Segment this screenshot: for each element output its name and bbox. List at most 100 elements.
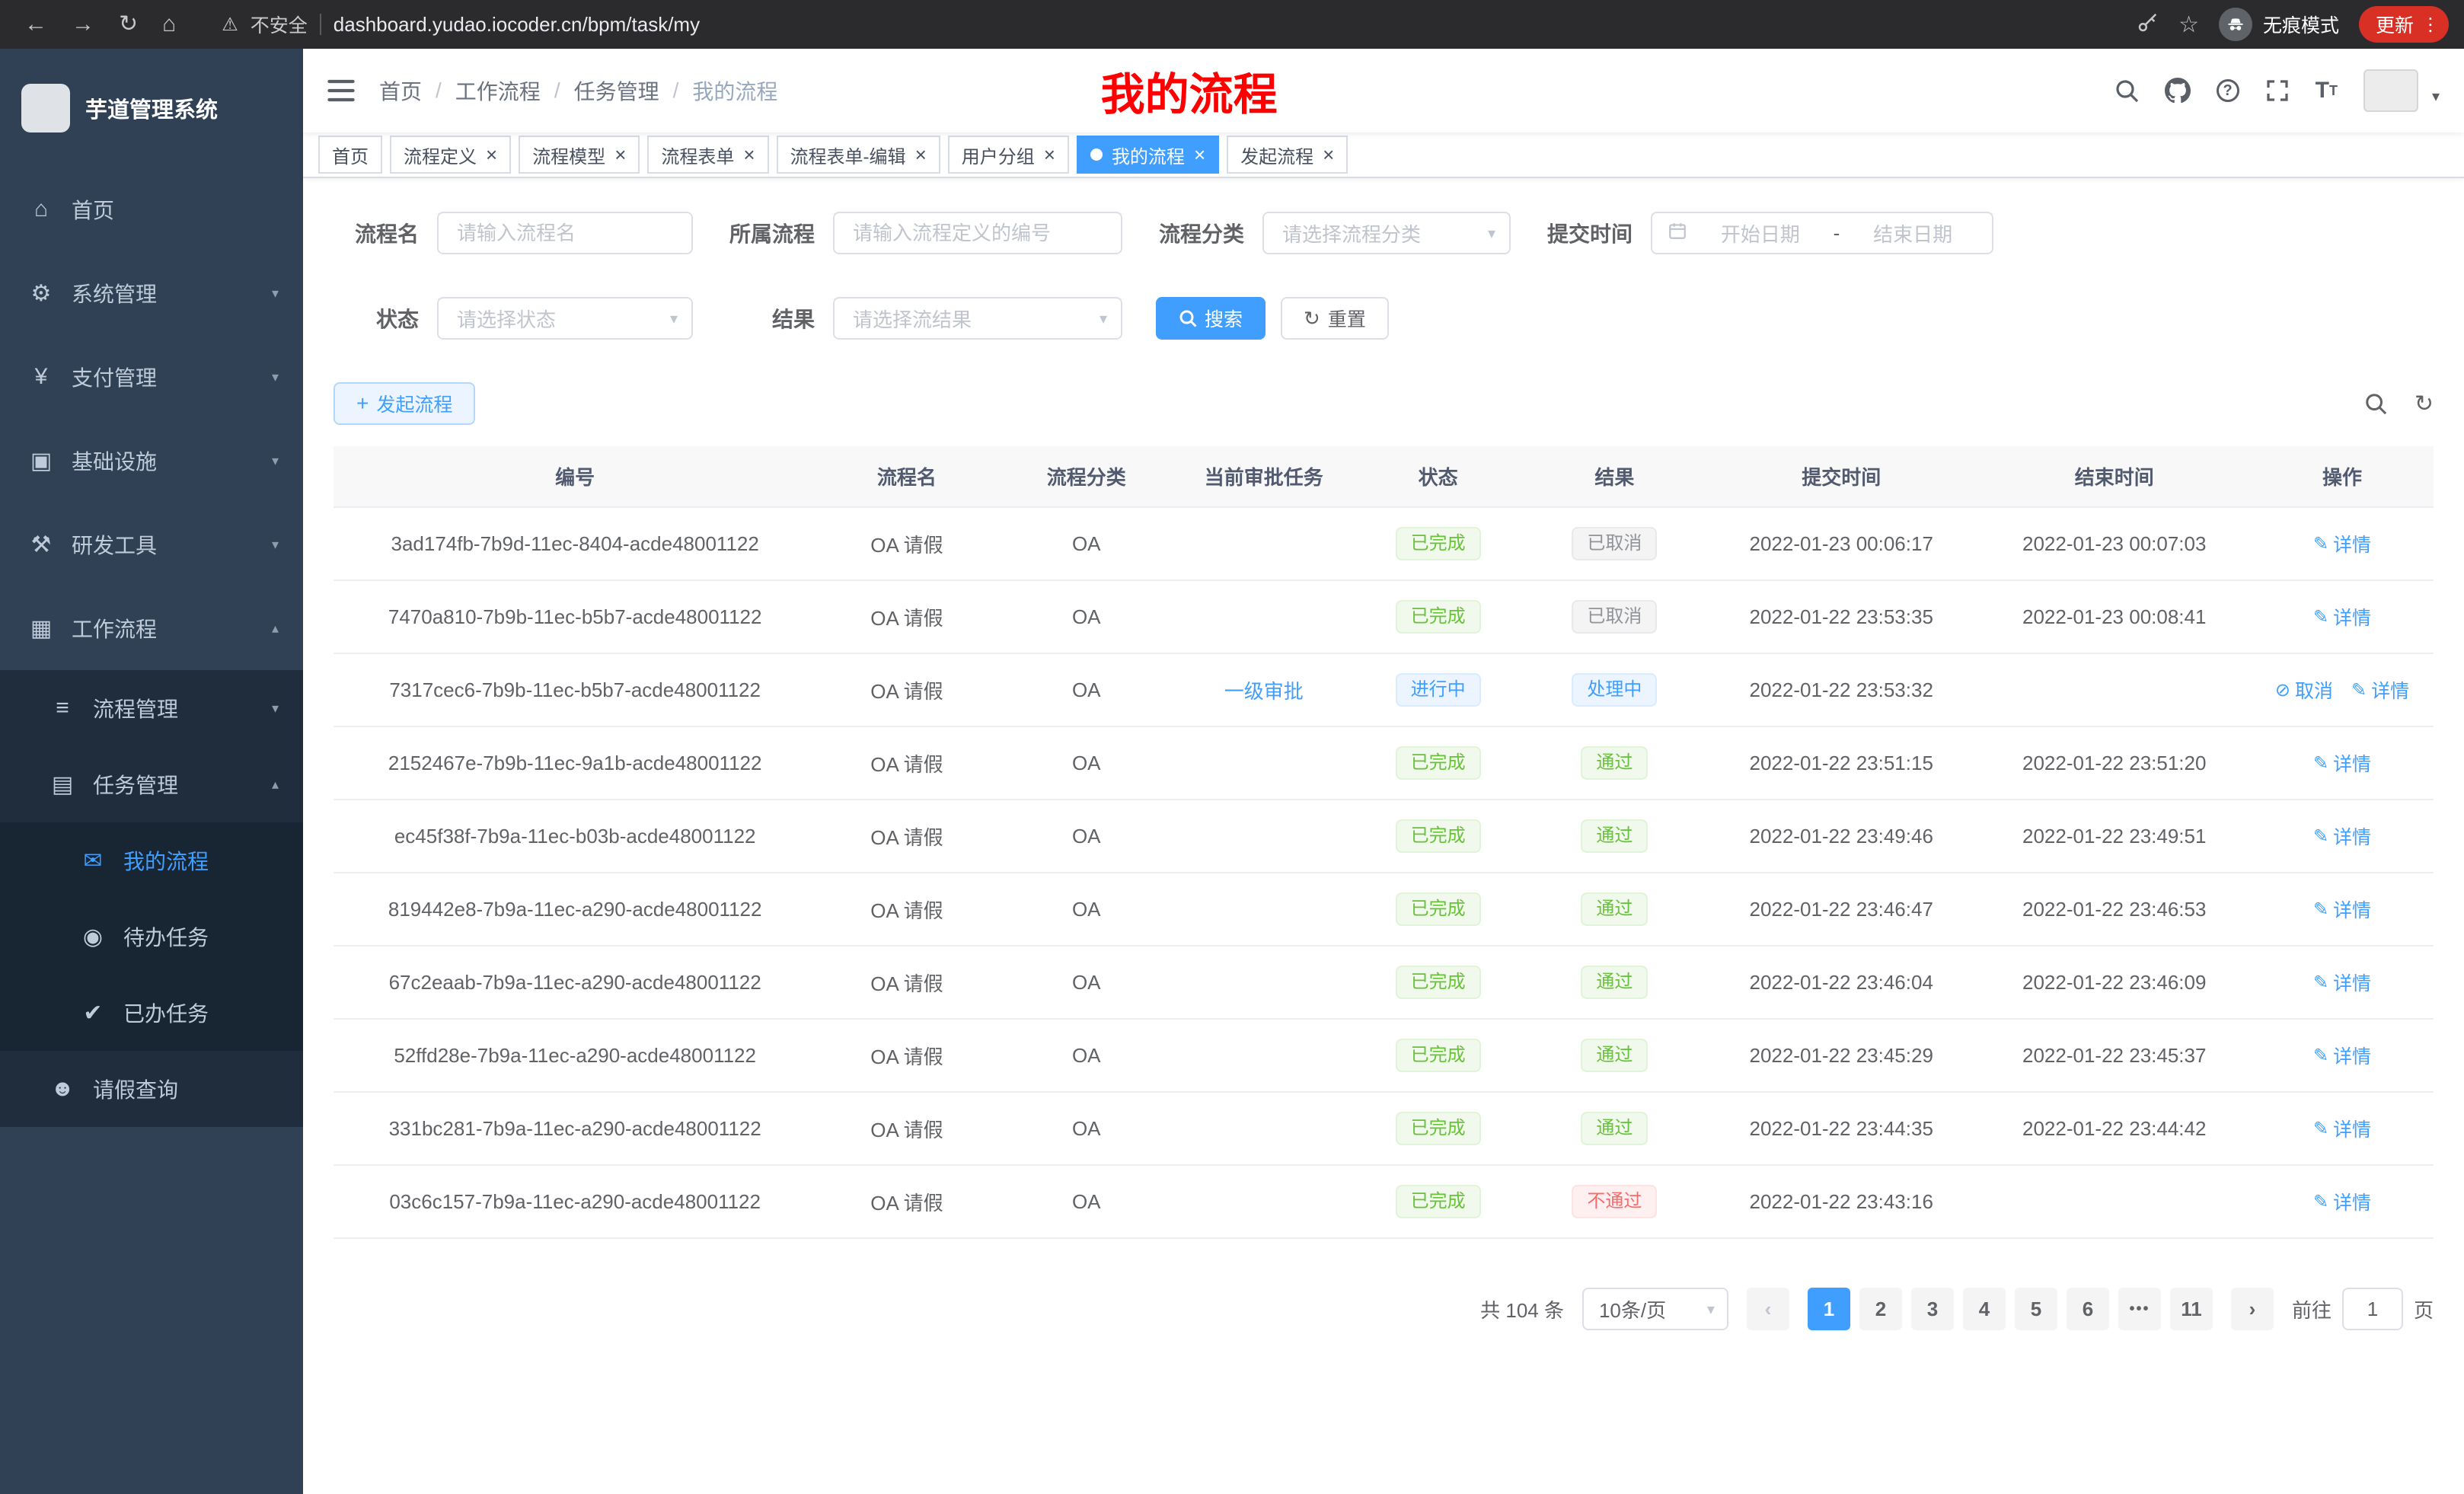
search-button[interactable]: 搜索 xyxy=(1156,297,1266,340)
result-tag: 已取消 xyxy=(1572,600,1657,634)
detail-link[interactable]: ✎详情 xyxy=(2313,603,2371,630)
tab-label: 流程表单-编辑 xyxy=(790,142,906,168)
row-category: OA xyxy=(997,873,1176,946)
toolbar-refresh-icon[interactable]: ↻ xyxy=(2415,391,2434,417)
pager-page-11[interactable]: 11 xyxy=(2170,1288,2213,1330)
detail-link[interactable]: ✎详情 xyxy=(2313,969,2371,996)
submit-time-range[interactable]: 开始日期 - 结束日期 xyxy=(1651,212,1993,254)
pager-ellipsis[interactable]: ••• xyxy=(2118,1288,2161,1330)
sidebar-item-workflow[interactable]: ▦工作流程▴ xyxy=(0,586,303,670)
sidebar-item-payment-manage[interactable]: ¥支付管理▾ xyxy=(0,335,303,419)
close-icon[interactable]: × xyxy=(1194,145,1205,164)
sidebar-item-my-process[interactable]: ✉我的流程 xyxy=(0,822,303,899)
close-icon[interactable]: × xyxy=(1044,145,1055,164)
detail-link[interactable]: ✎详情 xyxy=(2313,1188,2371,1215)
browser-home-icon[interactable]: ⌂ xyxy=(162,13,176,36)
sidebar-item-process-manage[interactable]: ≡流程管理▾ xyxy=(0,670,303,746)
process-definition-input[interactable] xyxy=(833,212,1122,254)
browser-forward-icon[interactable]: → xyxy=(72,13,94,36)
detail-link[interactable]: ✎详情 xyxy=(2313,749,2371,777)
hamburger-icon[interactable] xyxy=(327,79,355,102)
row-category: OA xyxy=(997,726,1176,800)
jump-page-input[interactable] xyxy=(2342,1288,2403,1330)
close-icon[interactable]: × xyxy=(1323,145,1334,164)
action-label: 取消 xyxy=(2295,676,2333,704)
close-icon[interactable]: × xyxy=(915,145,927,164)
detail-link[interactable]: ✎详情 xyxy=(2313,530,2371,557)
row-status: 已完成 xyxy=(1352,1019,1524,1092)
password-key-icon[interactable] xyxy=(2136,11,2159,38)
row-actions: ✎详情 xyxy=(2251,1165,2434,1238)
sidebar-item-done-task[interactable]: ✔已办任务 xyxy=(0,975,303,1051)
sidebar-item-infrastructure[interactable]: ▣基础设施▾ xyxy=(0,419,303,503)
avatar-caret-icon[interactable]: ▾ xyxy=(2432,87,2440,112)
search-icon[interactable] xyxy=(2115,78,2139,103)
row-actions: ✎详情 xyxy=(2251,873,2434,946)
status-label: 状态 xyxy=(334,303,437,334)
update-button[interactable]: 更新 ⋮ xyxy=(2359,6,2449,43)
help-icon[interactable]: ? xyxy=(2217,79,2239,102)
tab-user-group[interactable]: 用户分组× xyxy=(948,136,1069,174)
security-warning-icon: ⚠ xyxy=(222,14,238,36)
bookmark-star-icon[interactable]: ☆ xyxy=(2178,11,2199,38)
action-label: 详情 xyxy=(2371,676,2409,704)
browser-back-icon[interactable]: ← xyxy=(24,13,47,36)
toolbar-search-icon[interactable] xyxy=(2364,392,2387,415)
next-page-button[interactable]: › xyxy=(2231,1288,2274,1330)
fullscreen-icon[interactable] xyxy=(2265,78,2290,103)
address-bar[interactable]: ⚠ 不安全 dashboard.yudao.iocoder.cn/bpm/tas… xyxy=(222,11,700,38)
pager-page-5[interactable]: 5 xyxy=(2015,1288,2057,1330)
sidebar-item-home[interactable]: ⌂首页 xyxy=(0,168,303,251)
cancel-link[interactable]: ⊘取消 xyxy=(2275,676,2333,704)
github-icon[interactable] xyxy=(2165,78,2191,104)
sidebar-item-dev-tools[interactable]: ⚒研发工具▾ xyxy=(0,503,303,586)
sidebar-item-leave-query[interactable]: ☻请假查询 xyxy=(0,1051,303,1127)
detail-link[interactable]: ✎详情 xyxy=(2313,895,2371,923)
pager-page-3[interactable]: 3 xyxy=(1911,1288,1954,1330)
tab-process-model[interactable]: 流程模型× xyxy=(519,136,640,174)
close-icon[interactable]: × xyxy=(743,145,755,164)
detail-link[interactable]: ✎详情 xyxy=(2313,822,2371,850)
tab-process-form[interactable]: 流程表单× xyxy=(647,136,768,174)
font-size-icon[interactable]: TT xyxy=(2316,78,2338,104)
pager-page-1[interactable]: 1 xyxy=(1808,1288,1850,1330)
tab-my-process[interactable]: 我的流程× xyxy=(1077,136,1219,174)
reset-button[interactable]: ↻ 重置 xyxy=(1281,297,1389,340)
sidebar-item-task-manage[interactable]: ▤任务管理▴ xyxy=(0,746,303,822)
chevron-down-icon: ▾ xyxy=(272,369,279,385)
status-select[interactable]: 请选择状态 ▾ xyxy=(437,297,693,340)
infra-icon: ▣ xyxy=(24,448,58,474)
detail-link[interactable]: ✎详情 xyxy=(2313,1115,2371,1142)
sidebar-item-todo-task[interactable]: ◉待办任务 xyxy=(0,899,303,975)
pager-page-6[interactable]: 6 xyxy=(2067,1288,2109,1330)
result-select[interactable]: 请选择流结果 ▾ xyxy=(833,297,1122,340)
breadcrumb-home[interactable]: 首页 xyxy=(379,75,422,106)
tab-process-definition[interactable]: 流程定义× xyxy=(390,136,511,174)
current-task-link[interactable]: 一级审批 xyxy=(1224,680,1304,703)
sidebar-item-system-manage[interactable]: ⚙系统管理▾ xyxy=(0,251,303,335)
close-icon[interactable]: × xyxy=(486,145,497,164)
pager-page-4[interactable]: 4 xyxy=(1963,1288,2006,1330)
detail-link[interactable]: ✎详情 xyxy=(2351,676,2409,704)
browser-refresh-icon[interactable]: ↻ xyxy=(119,13,138,36)
prev-page-button[interactable]: ‹ xyxy=(1747,1288,1789,1330)
sidebar-item-label: 任务管理 xyxy=(93,769,178,800)
tab-process-form-edit[interactable]: 流程表单-编辑 × xyxy=(777,136,940,174)
create-process-button[interactable]: + 发起流程 xyxy=(334,382,475,425)
avatar[interactable] xyxy=(2363,69,2418,112)
browser-menu-icon[interactable]: ⋮ xyxy=(2421,14,2440,36)
row-result: 通过 xyxy=(1524,1019,1705,1092)
result-tag: 通过 xyxy=(1581,966,1648,999)
category-select[interactable]: 请选择流程分类 ▾ xyxy=(1262,212,1511,254)
breadcrumb-task-manage[interactable]: 任务管理 xyxy=(574,75,659,106)
tab-start-process[interactable]: 发起流程× xyxy=(1227,136,1348,174)
tab-home[interactable]: 首页 xyxy=(318,136,382,174)
detail-link[interactable]: ✎详情 xyxy=(2313,1042,2371,1069)
pager-page-2[interactable]: 2 xyxy=(1859,1288,1902,1330)
close-icon[interactable]: × xyxy=(614,145,626,164)
process-name-input[interactable] xyxy=(437,212,693,254)
page-size-select[interactable]: 10条/页 ▾ xyxy=(1582,1288,1728,1330)
page-buttons: 123456•••11 xyxy=(1808,1288,2213,1330)
status-tag: 已完成 xyxy=(1396,1039,1481,1072)
breadcrumb-workflow[interactable]: 工作流程 xyxy=(455,75,541,106)
